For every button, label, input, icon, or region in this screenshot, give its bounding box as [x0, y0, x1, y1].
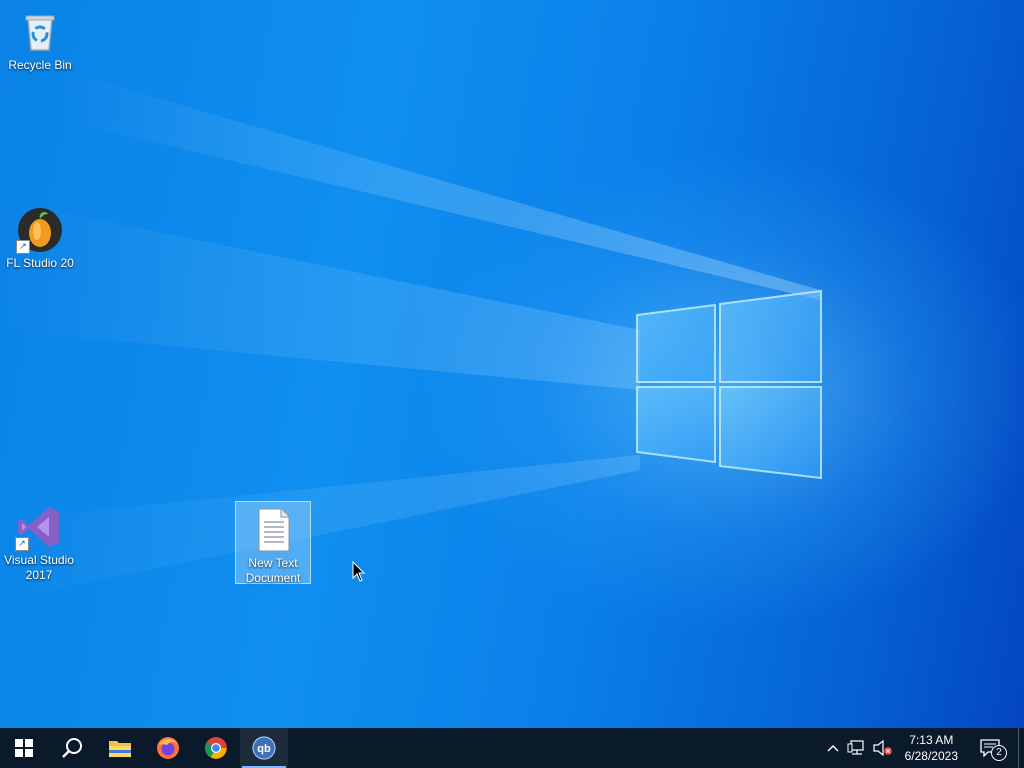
network-icon	[847, 740, 864, 755]
fl-studio-icon: ↗	[16, 206, 64, 254]
text-document-icon	[249, 506, 297, 554]
shortcut-arrow-icon: ↗	[16, 240, 30, 254]
desktop-icon-visual-studio[interactable]: ↗ Visual Studio 2017	[1, 499, 77, 583]
search-button[interactable]	[48, 728, 96, 768]
search-icon	[62, 738, 82, 758]
qbittorrent-icon-text: qb	[257, 743, 271, 755]
network-tray-button[interactable]	[843, 728, 869, 768]
chevron-up-icon	[827, 745, 839, 752]
taskbar-clock[interactable]: 7:13 AM 6/28/2023	[897, 732, 966, 764]
notification-count-badge: 2	[991, 745, 1007, 761]
mouse-pointer-icon	[352, 561, 366, 582]
folder-icon	[109, 741, 131, 757]
clock-time: 7:13 AM	[909, 733, 954, 747]
desktop-icon-fl-studio[interactable]: ↗ FL Studio 20	[2, 202, 78, 271]
recycle-bin-icon	[16, 8, 64, 56]
clock-date: 6/28/2023	[904, 749, 958, 763]
desktop[interactable]: Recycle Bin ↗ FL Studio 20 ↗ Visual Stud…	[0, 0, 1024, 728]
taskbar-qbittorrent[interactable]: qb	[240, 728, 288, 768]
action-center-button[interactable]: 2	[966, 728, 1014, 768]
desktop-icon-label: FL Studio 20	[6, 256, 74, 270]
taskbar: qb 7:13 AM 6/28/2023 2	[0, 728, 1024, 768]
desktop-icon-label: New Text Document	[245, 556, 301, 585]
firefox-icon	[157, 737, 179, 759]
shortcut-arrow-icon: ↗	[15, 537, 29, 551]
show-desktop-button[interactable]	[1018, 728, 1024, 768]
volume-tray-button[interactable]	[869, 728, 897, 768]
system-tray: 7:13 AM 6/28/2023 2	[823, 728, 1024, 768]
start-button[interactable]	[0, 728, 48, 768]
desktop-icon-new-text-document[interactable]: New Text Document	[235, 501, 311, 585]
taskbar-file-explorer[interactable]	[96, 728, 144, 768]
desktop-icon-label: Visual Studio 2017	[4, 553, 74, 582]
visual-studio-icon: ↗	[15, 503, 63, 551]
desktop-icon-recycle-bin[interactable]: Recycle Bin	[2, 4, 78, 73]
qbittorrent-icon: qb	[252, 736, 276, 760]
taskbar-firefox[interactable]	[144, 728, 192, 768]
chrome-icon	[205, 737, 227, 759]
windows-logo-icon	[15, 739, 33, 757]
desktop-icon-label: Recycle Bin	[8, 58, 72, 72]
taskbar-chrome[interactable]	[192, 728, 240, 768]
show-hidden-icons-button[interactable]	[823, 728, 843, 768]
volume-muted-icon	[873, 740, 892, 756]
wallpaper-light-beams	[0, 70, 822, 600]
